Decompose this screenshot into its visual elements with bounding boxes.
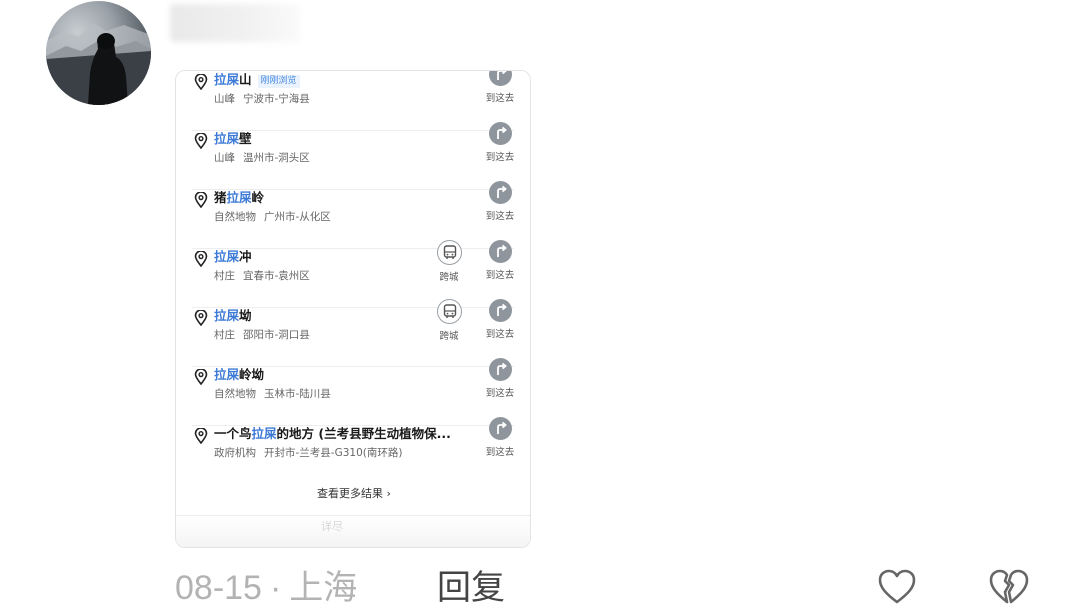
result-location: 邵阳市-洞口县 <box>243 329 310 341</box>
directions-icon <box>488 358 512 381</box>
go-here-button[interactable]: 到这去 <box>482 358 518 400</box>
result-category: 村庄 <box>214 270 235 282</box>
location-pin-icon <box>194 427 208 445</box>
comment-location: 上海 <box>289 569 358 607</box>
go-here-button[interactable]: 到这去 <box>482 240 518 282</box>
go-here-label: 到这去 <box>485 270 515 281</box>
bus-icon <box>436 299 462 324</box>
result-title: 拉屎岭坳 <box>214 367 264 383</box>
result-location: 广州市-从化区 <box>264 211 331 223</box>
location-pin-icon <box>194 73 208 91</box>
go-here-label: 到这去 <box>485 211 515 222</box>
location-pin-icon <box>194 250 208 268</box>
go-here-button[interactable]: 到这去 <box>482 122 518 164</box>
directions-icon <box>488 71 512 86</box>
result-location: 宜春市-袁州区 <box>243 270 310 282</box>
user-avatar[interactable] <box>46 1 151 105</box>
result-subtitle: 政府机构 开封市-兰考县-G310(南环路) <box>214 446 402 460</box>
result-title: 猪拉屎岭 <box>214 190 264 206</box>
directions-icon <box>488 181 512 204</box>
directions-icon <box>488 240 512 263</box>
result-location: 宁波市-宁海县 <box>243 93 310 105</box>
cross-city-label: 跨城 <box>439 272 459 283</box>
title-highlight: 拉屎 <box>214 308 240 323</box>
result-location: 开封市-兰考县-G310(南环路) <box>264 447 403 459</box>
result-subtitle: 村庄 宜春市-袁州区 <box>214 269 310 283</box>
title-rest: 岭坳 <box>239 367 265 382</box>
result-title: 拉屎山 刚刚浏览 <box>214 72 300 88</box>
go-here-label: 到这去 <box>485 447 515 458</box>
card-bottom-fade: 详尽 <box>176 515 530 547</box>
cross-city-button[interactable]: 跨城 <box>432 240 466 283</box>
cross-city-label: 跨城 <box>439 331 459 342</box>
location-pin-icon <box>194 132 208 150</box>
result-row[interactable]: 一个鸟拉屎的地方 (兰考县野生动植物保... 政府机构 开封市-兰考县-G310(南… <box>192 417 514 485</box>
result-category: 自然地物 <box>214 388 256 400</box>
title-rest: 山 <box>239 72 252 87</box>
title-highlight: 拉屎 <box>214 367 240 382</box>
go-here-button[interactable]: 到这去 <box>482 181 518 223</box>
result-location: 玉林市-陆川县 <box>264 388 331 400</box>
result-title: 拉屎坳 <box>214 308 252 324</box>
title-highlight: 拉屎 <box>214 249 240 264</box>
comment-date: 08-15 <box>175 569 262 607</box>
title-rest: 壁 <box>239 131 252 146</box>
title-rest: 冲 <box>239 249 252 264</box>
search-results-card: 拉屎山 刚刚浏览 山峰 宁波市-宁海县 到这去 拉屎壁 山峰 温州市-洞头区 到这去 猪拉屎岭 自然… <box>175 70 531 548</box>
result-title: 拉屎冲 <box>214 249 252 265</box>
result-row[interactable]: 拉屎山 刚刚浏览 山峰 宁波市-宁海县 到这去 <box>192 71 514 131</box>
comment-meta: 08-15 · 上海 <box>175 566 357 610</box>
go-here-button[interactable]: 到这去 <box>482 299 518 341</box>
title-highlight: 拉屎 <box>214 72 240 87</box>
reply-button[interactable]: 回复 <box>437 566 505 610</box>
recently-viewed-tag: 刚刚浏览 <box>257 75 300 88</box>
bus-icon <box>436 240 462 265</box>
username-blurred <box>170 4 300 42</box>
result-subtitle: 自然地物 玉林市-陆川县 <box>214 387 331 401</box>
result-subtitle: 村庄 邵阳市-洞口县 <box>214 328 310 342</box>
title-highlight: 拉屎 <box>214 131 240 146</box>
location-pin-icon <box>194 309 208 327</box>
result-category: 政府机构 <box>214 447 256 459</box>
location-pin-icon <box>194 368 208 386</box>
broken-heart-icon[interactable] <box>988 568 1030 610</box>
result-row[interactable]: 拉屎坳 村庄 邵阳市-洞口县 跨城 到这去 <box>192 299 514 367</box>
title-highlight: 拉屎 <box>251 426 277 441</box>
go-here-button[interactable]: 到这去 <box>482 71 518 105</box>
result-title: 拉屎壁 <box>214 131 252 147</box>
result-subtitle: 自然地物 广州市-从化区 <box>214 210 331 224</box>
heart-outline-icon[interactable] <box>877 568 917 610</box>
go-here-label: 到这去 <box>485 93 515 104</box>
result-category: 自然地物 <box>214 211 256 223</box>
directions-icon <box>488 417 512 440</box>
result-subtitle: 山峰 温州市-洞头区 <box>214 151 310 165</box>
result-category: 村庄 <box>214 329 235 341</box>
directions-icon <box>488 122 512 145</box>
title-prefix: 猪 <box>214 190 227 205</box>
result-subtitle: 山峰 宁波市-宁海县 <box>214 92 310 106</box>
title-rest: 岭 <box>251 190 265 205</box>
go-here-label: 到这去 <box>485 152 515 163</box>
title-rest: 的地方 (兰考县野生动植物保... <box>276 426 451 441</box>
title-highlight: 拉屎 <box>226 190 252 205</box>
go-here-button[interactable]: 到这去 <box>482 417 518 459</box>
title-rest: 坳 <box>239 308 252 323</box>
meta-separator: · <box>269 569 282 607</box>
result-title: 一个鸟拉屎的地方 (兰考县野生动植物保... <box>214 426 451 442</box>
result-location: 温州市-洞头区 <box>243 152 310 164</box>
result-row[interactable]: 拉屎壁 山峰 温州市-洞头区 到这去 <box>192 122 514 190</box>
cross-city-button[interactable]: 跨城 <box>432 299 466 342</box>
directions-icon <box>488 299 512 322</box>
title-prefix: 一个鸟 <box>214 426 252 441</box>
result-category: 山峰 <box>214 93 235 105</box>
result-category: 山峰 <box>214 152 235 164</box>
result-row[interactable]: 拉屎岭坳自然地物 玉林市-陆川县 到这去 <box>192 358 514 426</box>
location-pin-icon <box>194 191 208 209</box>
faded-text: 详尽 <box>321 520 343 533</box>
view-more-link[interactable]: 查看更多结果 › <box>176 485 530 501</box>
go-here-label: 到这去 <box>485 329 515 340</box>
go-here-label: 到这去 <box>485 388 515 399</box>
